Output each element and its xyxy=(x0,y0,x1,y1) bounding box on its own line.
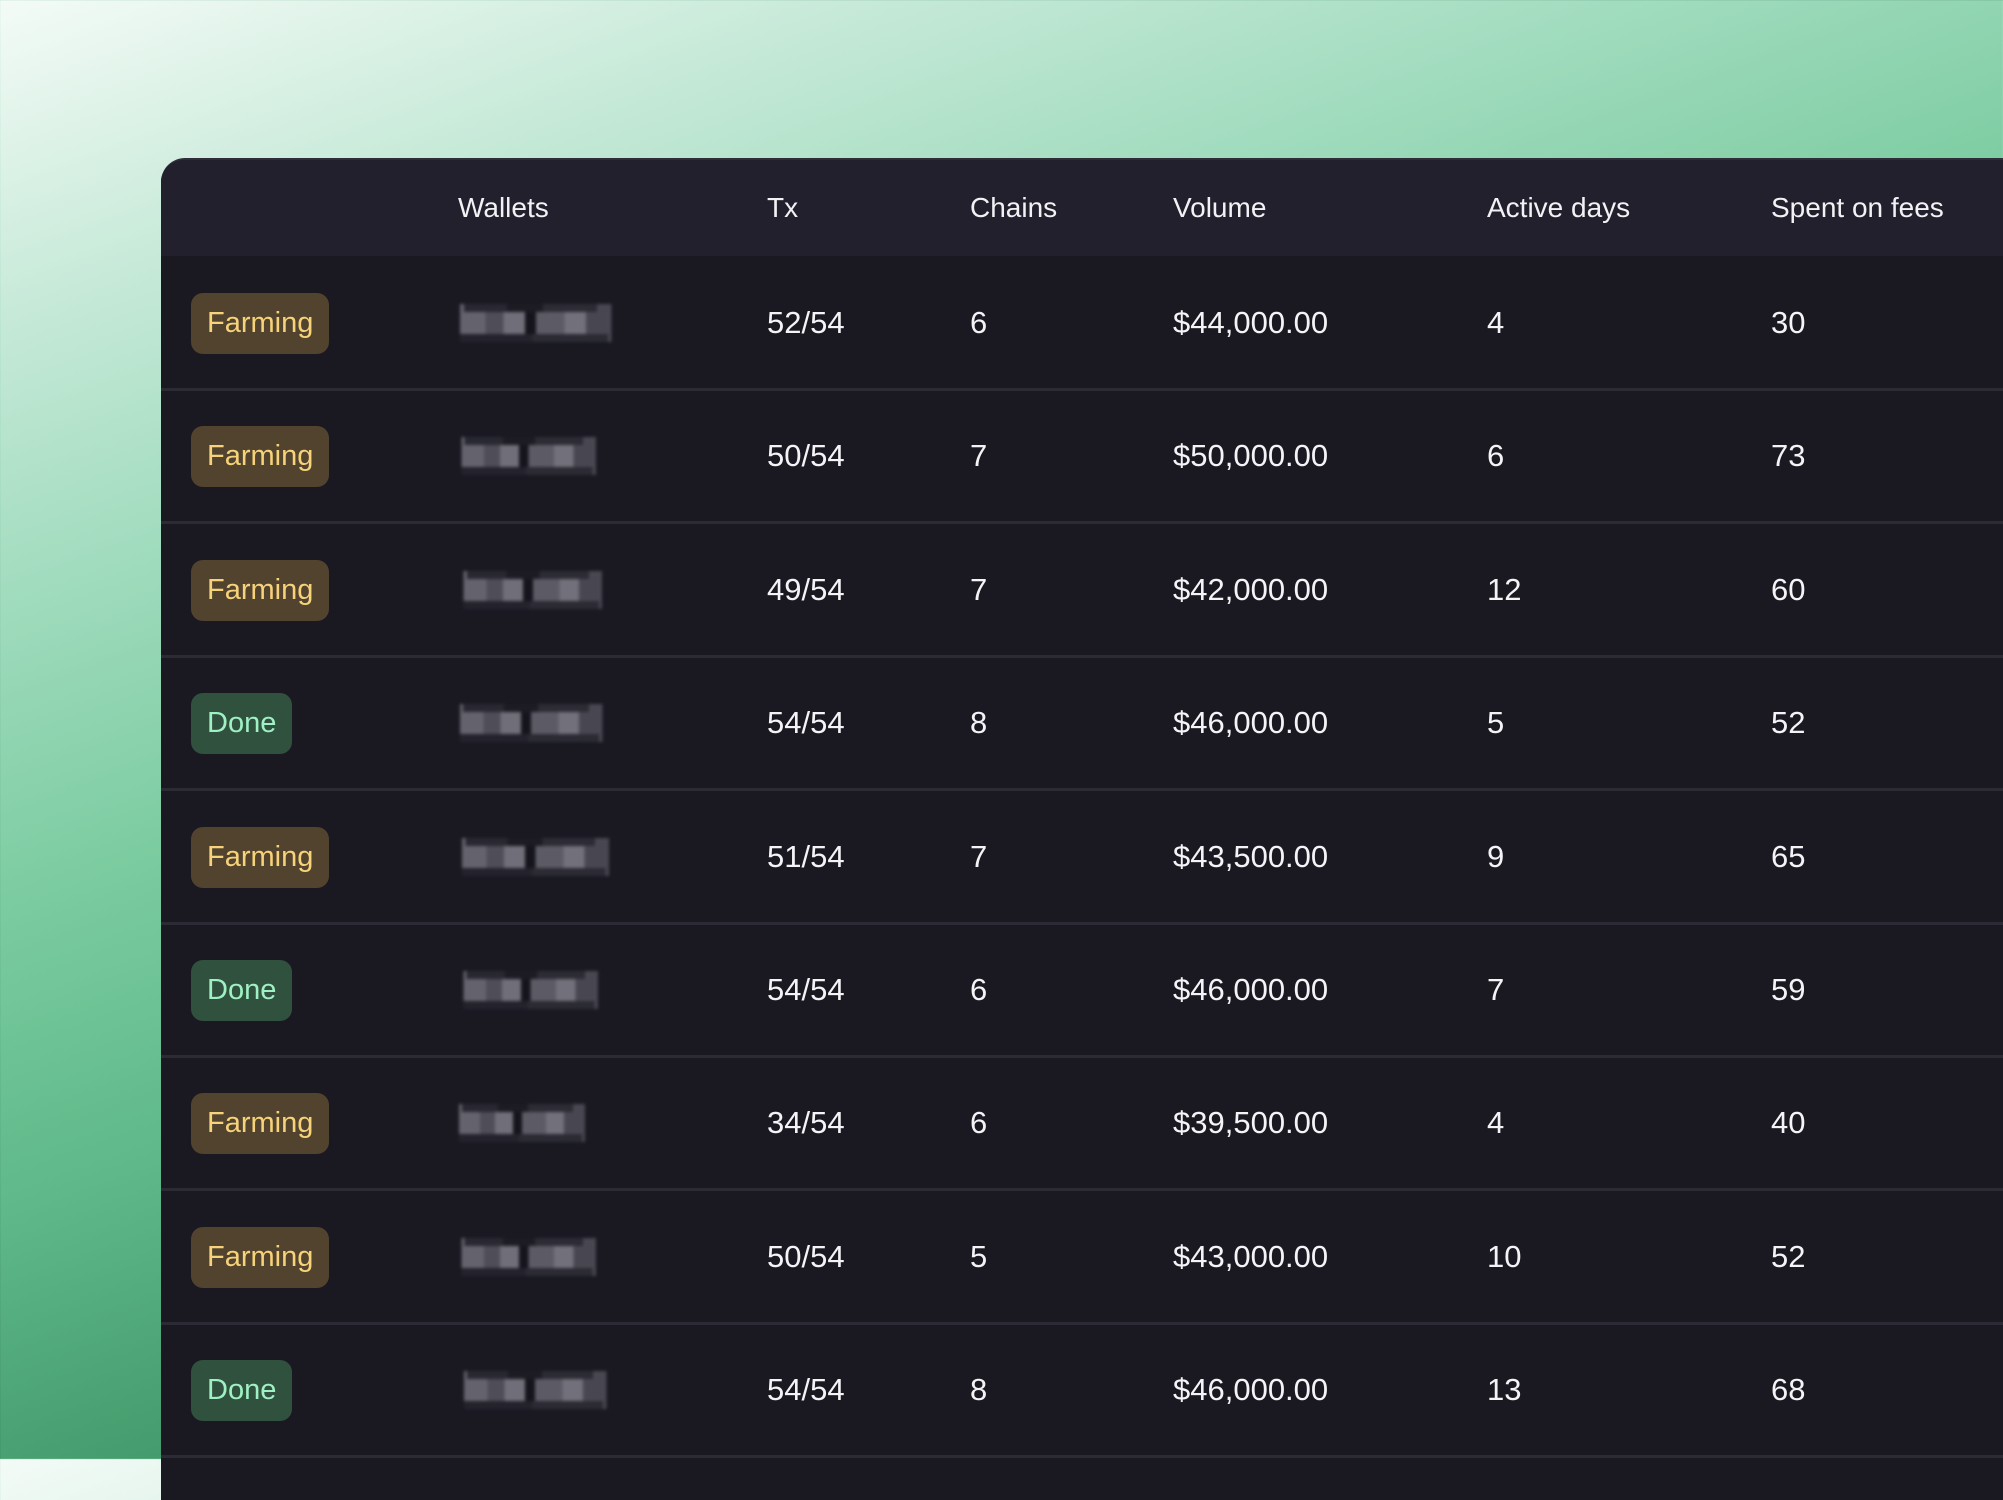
tx-cell: 34/54 xyxy=(767,1105,845,1141)
wallet-address-redacted[interactable] xyxy=(455,837,630,876)
chains-cell: 7 xyxy=(970,438,988,474)
wallet-address-redacted[interactable] xyxy=(453,704,623,743)
tx-cell: 49/54 xyxy=(767,571,845,607)
volume-cell: $46,000.00 xyxy=(1173,705,1329,741)
tx-cell: 54/54 xyxy=(767,972,845,1007)
tx-cell: 54/54 xyxy=(767,705,845,741)
volume-cell: $50,000.00 xyxy=(1173,438,1329,474)
active-days-cell: 4 xyxy=(1487,1105,1505,1141)
fees-cell: 59 xyxy=(1771,972,1806,1007)
fees-cell: 68 xyxy=(1771,1372,1806,1408)
status-badge: Done xyxy=(191,960,293,1021)
chains-cell: 5 xyxy=(970,1238,988,1274)
volume-cell: $46,000.00 xyxy=(1173,972,1329,1007)
active-days-cell: 5 xyxy=(1487,705,1505,741)
chains-cell: 8 xyxy=(970,1372,988,1408)
wallet-address-redacted[interactable] xyxy=(455,437,615,476)
table-row[interactable]: Farming 52/54 6 $44,000.00 4 30 xyxy=(161,258,2003,391)
fees-cell: 40 xyxy=(1771,1105,1806,1141)
wallet-address-redacted[interactable] xyxy=(457,971,617,1009)
status-badge: Farming xyxy=(191,1226,330,1288)
table-row[interactable]: Farming 49/54 7 $42,000.00 12 60 xyxy=(161,525,2003,658)
volume-cell: $46,000.00 xyxy=(1173,1372,1329,1408)
volume-cell: $43,500.00 xyxy=(1173,838,1329,874)
wallet-address-redacted[interactable] xyxy=(457,570,622,609)
tx-cell: 54/54 xyxy=(767,1372,845,1408)
status-badge: Done xyxy=(191,1360,293,1422)
table-row[interactable]: Farming 34/54 6 $39,500.00 4 40 xyxy=(161,1058,2003,1192)
tx-cell: 51/54 xyxy=(767,838,845,874)
active-days-cell: 12 xyxy=(1487,571,1522,607)
fees-cell: 65 xyxy=(1771,838,1806,874)
active-days-cell: 13 xyxy=(1487,1372,1522,1408)
fees-cell: 73 xyxy=(1771,438,1806,474)
wallet-address-redacted[interactable] xyxy=(457,1371,627,1410)
fees-cell: 30 xyxy=(1771,305,1806,340)
status-badge: Farming xyxy=(191,826,330,888)
chains-cell: 8 xyxy=(970,705,988,741)
table-row[interactable]: Done 54/54 8 $46,000.00 5 52 xyxy=(161,658,2003,792)
column-header-tx[interactable]: Tx xyxy=(767,160,798,256)
chains-cell: 7 xyxy=(970,838,988,874)
table-header: Wallets Tx Chains Volume Active days Spe… xyxy=(161,160,2003,256)
active-days-cell: 6 xyxy=(1487,438,1505,474)
chains-cell: 7 xyxy=(970,571,988,607)
fees-cell: 52 xyxy=(1771,705,1806,741)
column-header-chains[interactable]: Chains xyxy=(970,160,1057,256)
table-row[interactable]: Done 54/54 8 $46,000.00 13 68 xyxy=(161,1325,2003,1459)
table-row[interactable]: Farming 50/54 5 $43,000.00 10 52 xyxy=(161,1192,2003,1325)
active-days-cell: 9 xyxy=(1487,838,1505,874)
table-row[interactable]: Done 54/54 6 $46,000.00 7 59 xyxy=(161,925,2003,1058)
chains-cell: 6 xyxy=(970,972,988,1007)
chains-cell: 6 xyxy=(970,305,988,340)
table-row[interactable]: Farming 51/54 7 $43,500.00 9 65 xyxy=(161,792,2003,925)
column-header-volume[interactable]: Volume xyxy=(1173,160,1266,256)
active-days-cell: 4 xyxy=(1487,305,1505,340)
active-days-cell: 10 xyxy=(1487,1238,1522,1274)
status-badge: Done xyxy=(191,693,293,755)
status-badge: Farming xyxy=(191,559,330,621)
chains-cell: 6 xyxy=(970,1105,988,1141)
status-badge: Farming xyxy=(191,1093,330,1155)
volume-cell: $42,000.00 xyxy=(1173,571,1329,607)
volume-cell: $39,500.00 xyxy=(1173,1105,1329,1141)
column-header-wallets[interactable]: Wallets xyxy=(458,160,549,256)
wallets-table-card: Wallets Tx Chains Volume Active days Spe… xyxy=(161,158,2003,1500)
table-row[interactable]: Farming 50/54 7 $50,000.00 6 73 xyxy=(161,391,2003,525)
status-badge: Farming xyxy=(191,426,330,488)
column-header-active-days[interactable]: Active days xyxy=(1487,160,1630,256)
volume-cell: $43,000.00 xyxy=(1173,1238,1329,1274)
fees-cell: 52 xyxy=(1771,1238,1806,1274)
volume-cell: $44,000.00 xyxy=(1173,305,1329,340)
tx-cell: 50/54 xyxy=(767,438,845,474)
column-header-spent-on-fees[interactable]: Spent on fees xyxy=(1771,160,1944,256)
wallet-address-redacted[interactable] xyxy=(453,1104,603,1143)
status-badge: Farming xyxy=(191,293,330,354)
active-days-cell: 7 xyxy=(1487,972,1505,1007)
tx-cell: 50/54 xyxy=(767,1238,845,1274)
wallet-address-redacted[interactable] xyxy=(455,1237,615,1276)
wallet-address-redacted[interactable] xyxy=(453,304,633,342)
fees-cell: 60 xyxy=(1771,571,1806,607)
tx-cell: 52/54 xyxy=(767,305,845,340)
